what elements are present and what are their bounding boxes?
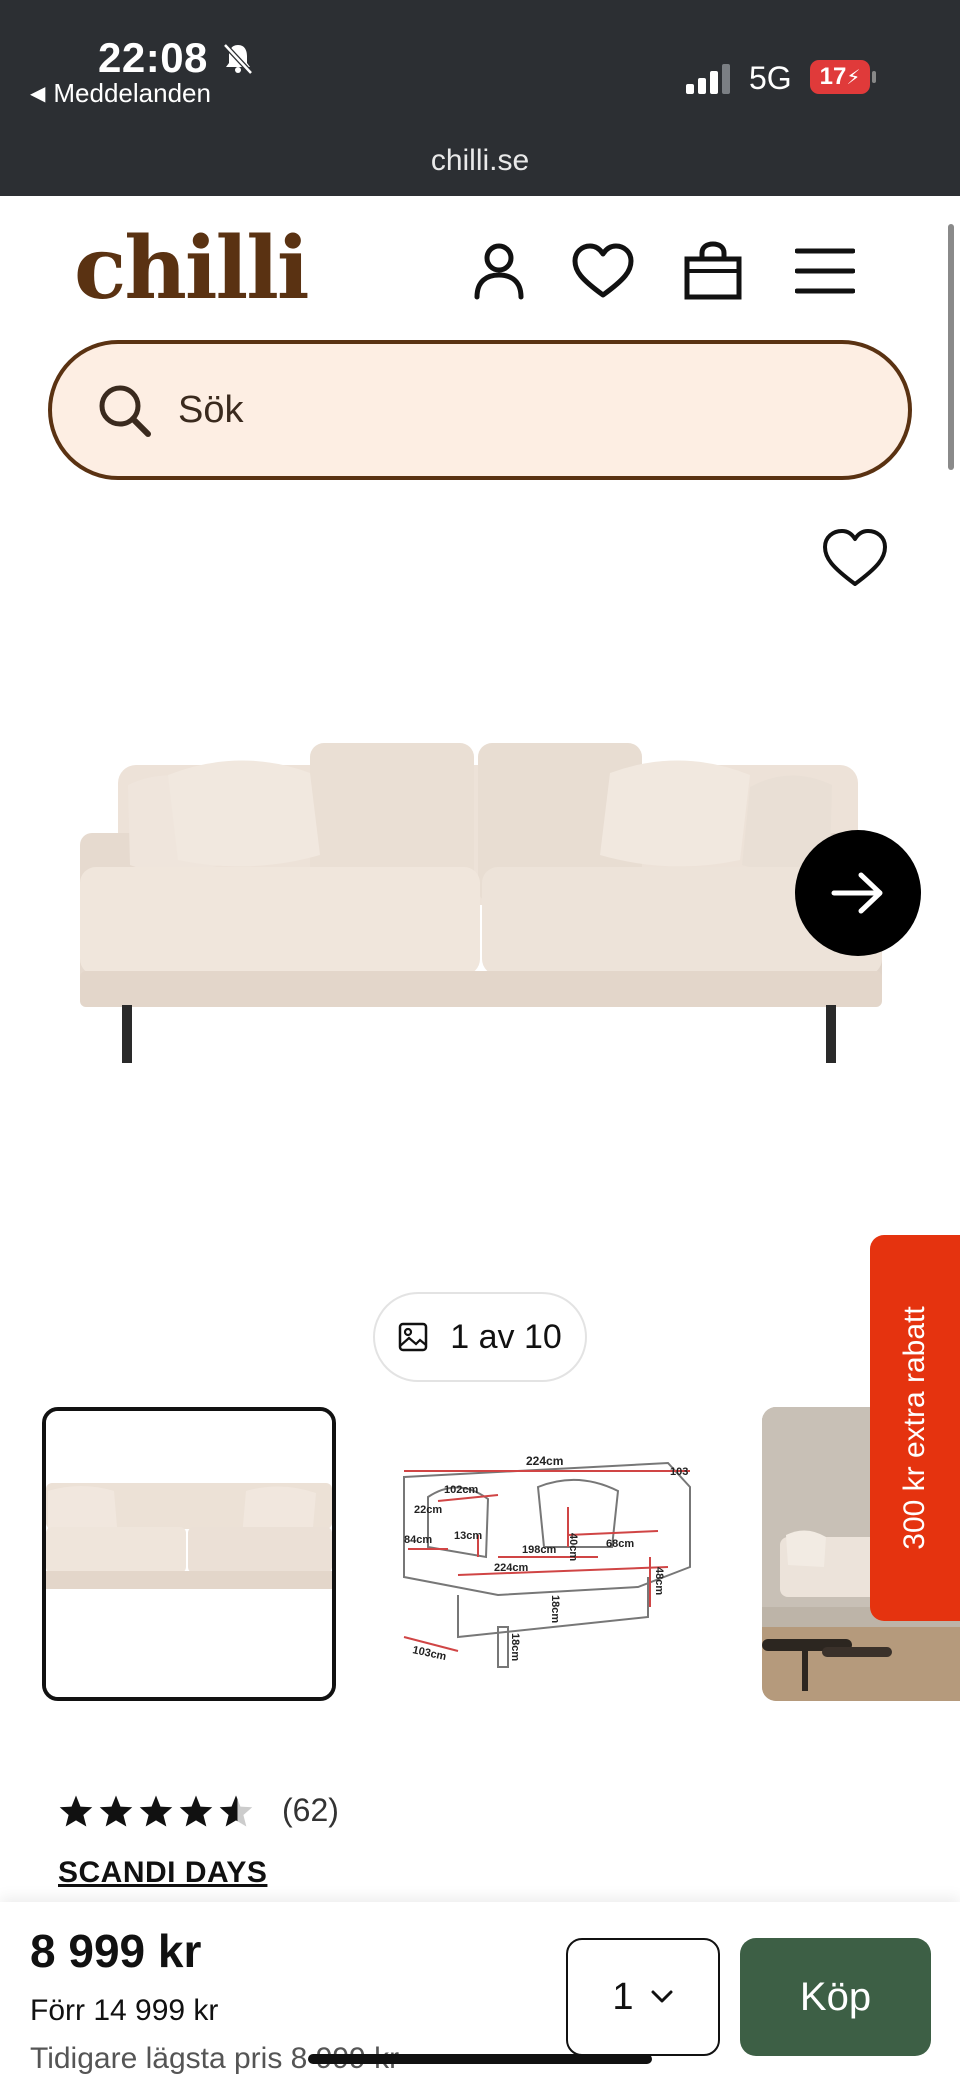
wishlist-button[interactable] bbox=[570, 238, 636, 304]
cart-button[interactable] bbox=[680, 238, 746, 304]
thumbnail-2[interactable]: 224cm 103 102cm 22cm 40cm 84cm 13cm 198c… bbox=[398, 1407, 692, 1701]
menu-button[interactable] bbox=[792, 238, 858, 304]
dim-label: 18cm bbox=[509, 1633, 521, 1661]
bag-icon bbox=[684, 241, 742, 300]
thumbnail-sofa-image bbox=[46, 1411, 332, 1697]
star-half-icon bbox=[219, 1794, 253, 1827]
chevron-down-icon bbox=[651, 1990, 673, 2003]
previous-price: Förr 14 999 kr bbox=[30, 1994, 219, 2027]
search-input[interactable] bbox=[178, 374, 838, 446]
dim-label: 48cm bbox=[653, 1567, 665, 1595]
gallery-counter-button[interactable]: 1 av 10 bbox=[373, 1292, 587, 1382]
star-full-icon bbox=[59, 1794, 93, 1827]
quantity-select[interactable]: 1 bbox=[566, 1938, 720, 2056]
url-bar[interactable]: chilli.se bbox=[0, 144, 960, 178]
dim-label: 18cm bbox=[549, 1595, 561, 1623]
back-to-app-link[interactable]: ◀ Meddelanden bbox=[30, 78, 211, 109]
page: 22:08 ◀ Meddelanden 5G 17 ⚡ chilli.se chi… bbox=[0, 0, 960, 2087]
dim-label: 102cm bbox=[444, 1484, 478, 1496]
status-bar: 22:08 ◀ Meddelanden 5G 17 ⚡ chilli.se bbox=[0, 0, 960, 196]
dim-label: 22cm bbox=[414, 1504, 442, 1516]
extra-discount-label: 300 kr extra rabatt bbox=[898, 1306, 931, 1550]
dimensions-drawing: 224cm 103 102cm 22cm 40cm 84cm 13cm 198c… bbox=[398, 1407, 692, 1701]
bell-muted-icon bbox=[223, 43, 253, 75]
search-bar[interactable] bbox=[48, 340, 912, 480]
menu-icon bbox=[795, 248, 855, 294]
status-time: 22:08 bbox=[98, 34, 208, 81]
favorite-product-button[interactable] bbox=[820, 526, 890, 590]
rating-stars bbox=[58, 1794, 254, 1828]
brand-link[interactable]: SCANDI DAYS bbox=[58, 1856, 267, 1890]
chilli-logo[interactable]: chilli bbox=[74, 218, 310, 319]
dim-label: 198cm bbox=[522, 1544, 556, 1556]
scroll-indicator bbox=[948, 224, 954, 470]
star-full-icon bbox=[99, 1794, 133, 1827]
buy-button[interactable]: Köp bbox=[740, 1938, 931, 2056]
product-image-sofa[interactable] bbox=[70, 715, 890, 1075]
star-full-icon bbox=[179, 1794, 213, 1827]
current-price: 8 999 kr bbox=[30, 1925, 202, 1977]
heart-icon bbox=[572, 243, 634, 298]
dim-label: 103 bbox=[670, 1466, 688, 1478]
dim-label: 224cm bbox=[494, 1562, 528, 1574]
battery-icon: 17 ⚡ bbox=[810, 60, 876, 94]
dim-label: 224cm bbox=[526, 1454, 563, 1468]
back-triangle-icon: ◀ bbox=[30, 83, 46, 105]
search-icon bbox=[99, 385, 151, 437]
dim-label: 13cm bbox=[454, 1530, 482, 1542]
product-rating[interactable]: (62) bbox=[58, 1792, 339, 1829]
user-icon bbox=[474, 243, 524, 300]
gallery-counter-text: 1 av 10 bbox=[450, 1317, 562, 1356]
rating-count: (62) bbox=[282, 1792, 339, 1828]
battery-level: 17 bbox=[819, 63, 847, 90]
image-icon bbox=[398, 1322, 428, 1352]
next-image-button[interactable] bbox=[795, 830, 921, 956]
account-button[interactable] bbox=[466, 238, 532, 304]
quantity-value: 1 bbox=[612, 1975, 634, 2018]
home-indicator[interactable] bbox=[308, 2054, 652, 2064]
star-full-icon bbox=[139, 1794, 173, 1827]
dim-label: 84cm bbox=[404, 1534, 432, 1546]
arrow-right-icon bbox=[831, 872, 883, 914]
back-app-label: Meddelanden bbox=[53, 78, 211, 108]
network-type: 5G bbox=[749, 60, 792, 96]
dim-label: 40cm bbox=[567, 1533, 579, 1561]
extra-discount-tab[interactable]: 300 kr extra rabatt bbox=[870, 1235, 960, 1621]
cellular-signal-icon bbox=[686, 64, 730, 94]
dim-label: 68cm bbox=[606, 1538, 634, 1550]
thumbnail-1[interactable] bbox=[42, 1407, 336, 1701]
